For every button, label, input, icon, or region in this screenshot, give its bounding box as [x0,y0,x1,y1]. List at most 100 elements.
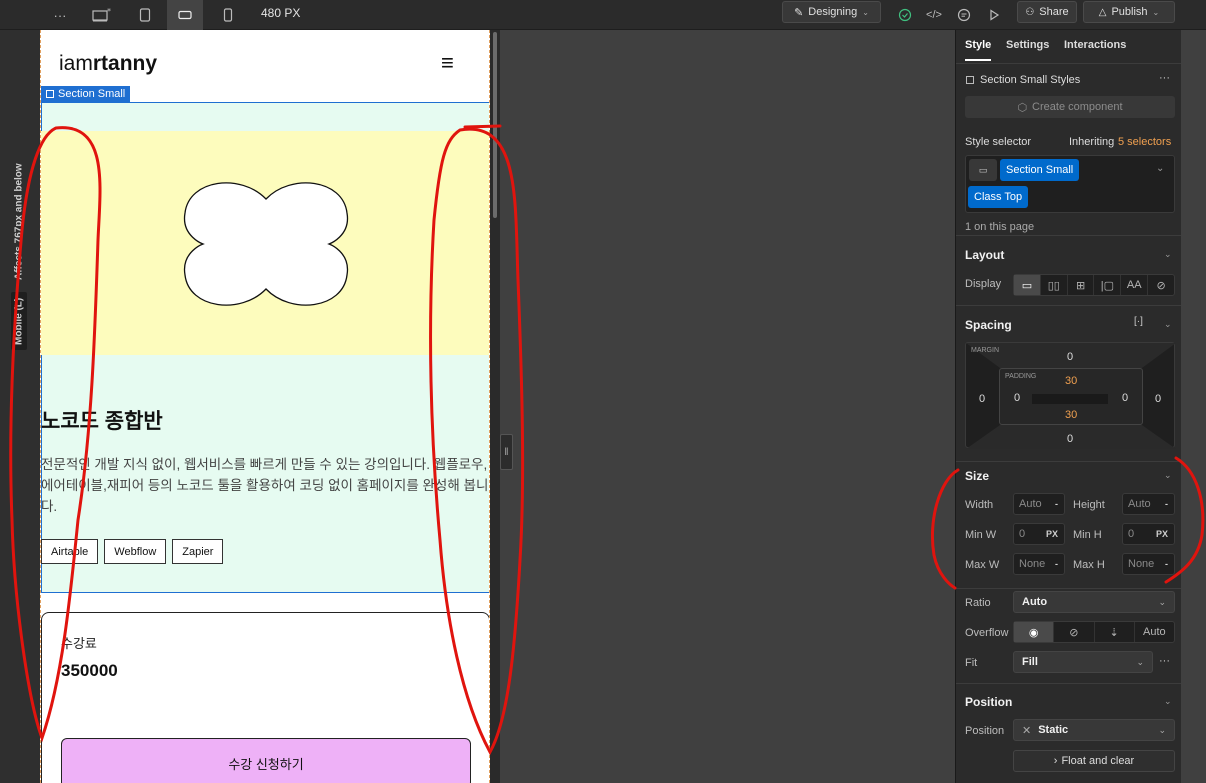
float-and-clear-button[interactable]: › Float and clear [1013,750,1175,772]
spacing-preset-icon[interactable]: [·] [1134,316,1143,327]
more-options-icon[interactable]: ··· [42,0,78,30]
max-height-unit[interactable]: - [1165,559,1168,569]
chevron-down-icon: ⌄ [1158,596,1166,607]
hamburger-menu-icon[interactable]: ≡ [441,50,454,76]
min-height-unit[interactable]: PX [1156,529,1168,539]
position-select[interactable]: ✕ Static ⌄ [1013,719,1175,741]
chevron-down-icon[interactable]: ⌄ [1164,696,1172,707]
comment-icon[interactable] [948,0,980,30]
height-unit[interactable]: - [1165,499,1168,509]
size-section: Size ⌄ Width Auto - Height Auto - Min W 0 P… [956,461,1182,683]
mobile-breakpoint-tab[interactable]: Mobile (L) [11,292,27,350]
mode-dropdown[interactable]: ✎ Designing ⌄ [782,1,881,23]
display-label: Display [965,278,1002,290]
layout-section: Layout ⌄ Display ▭ ▯▯ ⊞ |▢ AA ⊘ [956,235,1182,301]
min-height-value: 0 [1128,528,1135,540]
selection-badge[interactable]: Section Small [41,86,131,102]
max-width-unit[interactable]: - [1055,559,1058,569]
chevron-down-icon: ⌄ [1152,7,1160,17]
publish-label: Publish [1111,6,1148,18]
tab-interactions[interactable]: Interactions [1064,39,1126,51]
fit-select[interactable]: Fill ⌄ [1013,651,1153,673]
margin-top-value[interactable]: 0 [1067,351,1073,363]
display-flex-icon[interactable]: ▯▯ [1039,275,1067,295]
max-height-input[interactable]: None - [1122,553,1175,575]
design-canvas[interactable]: iamrtanny ≡ 노코드 종합반 전문적인 개발 지식 없이, 웹서비스를… [40,30,490,783]
overflow-scroll-icon[interactable]: ⇣ [1093,622,1134,642]
inheriting-prefix: Inheriting [1069,136,1115,148]
min-height-input[interactable]: 0 PX [1122,523,1175,545]
mode-label: Designing [808,6,858,18]
site-logo[interactable]: iamrtanny [59,52,157,76]
inheriting-count[interactable]: 5 selectors [1118,136,1171,148]
padding-right-value[interactable]: 0 [1122,392,1128,404]
share-button[interactable]: ⚇ Share [1017,1,1077,23]
chevron-down-icon[interactable]: ⌄ [1164,470,1172,481]
spacing-title[interactable]: Spacing [965,318,1012,332]
tag-webflow[interactable]: Webflow [104,539,167,564]
ratio-label: Ratio [965,597,991,609]
on-page-count: 1 on this page [965,221,1035,233]
margin-left-value[interactable]: 0 [979,393,985,405]
scrollbar-thumb[interactable] [493,32,497,218]
tablet-breakpoint-icon[interactable] [127,0,163,30]
overflow-auto-option[interactable]: Auto [1133,622,1174,642]
fee-card[interactable]: 수강료 350000 수강 신청하기 [41,612,489,783]
layout-title[interactable]: Layout [965,248,1004,262]
selector-field[interactable]: ▭ Section Small Class Top ⌄ [965,155,1175,213]
width-unit[interactable]: - [1055,499,1058,509]
chevron-down-icon[interactable]: ⌄ [1164,319,1172,330]
margin-bottom-value[interactable]: 0 [1067,433,1073,445]
code-icon[interactable]: </> [918,0,950,30]
max-width-value: None [1019,558,1046,570]
margin-right-value[interactable]: 0 [1155,393,1161,405]
float-and-clear-label: Float and clear [1061,755,1135,767]
overflow-visible-icon[interactable]: ◉ [1014,622,1054,642]
display-none-icon[interactable]: ⊘ [1147,275,1174,295]
affects-breakpoint-note: Affects 767px and below [13,163,25,281]
ratio-select[interactable]: Auto ⌄ [1013,591,1175,613]
section-small[interactable]: 노코드 종합반 전문적인 개발 지식 없이, 웹서비스를 빠르게 만들 수 있는… [41,102,489,593]
hero-image-area [41,131,489,355]
mobile-portrait-breakpoint-icon[interactable] [210,0,246,30]
tab-settings[interactable]: Settings [1006,39,1049,51]
canvas-resize-handle[interactable]: ‖ [500,434,513,470]
overflow-hidden-icon[interactable]: ⊘ [1053,622,1093,642]
min-width-unit[interactable]: PX [1046,529,1058,539]
display-grid-icon[interactable]: ⊞ [1066,275,1094,295]
desktop-base-breakpoint-icon[interactable]: * [84,0,120,30]
publish-button[interactable]: △ Publish ⌄ [1083,1,1175,23]
selector-tag-class-top[interactable]: Class Top [968,186,1029,208]
selector-tag-section-small[interactable]: Section Small [1000,159,1080,181]
flower-shape-image [183,182,349,306]
display-inline-block-icon[interactable]: |▢ [1093,275,1120,295]
brush-icon: ✎ [794,6,804,19]
check-circle-icon[interactable] [888,0,922,30]
padding-left-value[interactable]: 0 [1014,392,1020,404]
tag-airtable[interactable]: Airtable [41,539,99,564]
width-input[interactable]: Auto - [1013,493,1065,515]
position-title[interactable]: Position [965,695,1012,709]
height-input[interactable]: Auto - [1122,493,1175,515]
padding-top-value[interactable]: 30 [1065,375,1077,387]
ratio-value: Auto [1022,596,1048,608]
max-width-input[interactable]: None - [1013,553,1065,575]
style-panel: Style Settings Interactions Section Smal… [955,30,1182,783]
display-inline-icon[interactable]: AA [1120,275,1147,295]
padding-bottom-value[interactable]: 30 [1065,409,1077,421]
position-section: Position ⌄ Position ✕ Static ⌄ › Float a… [956,683,1182,783]
tag-zapier[interactable]: Zapier [172,539,224,564]
mobile-landscape-breakpoint-icon[interactable] [167,0,203,30]
tab-style[interactable]: Style [965,39,992,61]
enroll-button[interactable]: 수강 신청하기 [61,738,471,783]
more-options-icon[interactable]: ··· [1159,72,1170,84]
panel-gutter [1181,30,1206,783]
chevron-down-icon[interactable]: ⌄ [1156,163,1164,174]
size-title[interactable]: Size [965,469,989,483]
create-component-button[interactable]: ⬡ Create component [965,96,1175,118]
preview-play-icon[interactable] [978,0,1010,30]
display-block-icon[interactable]: ▭ [1014,275,1040,295]
fit-more-icon[interactable]: ··· [1159,655,1170,667]
min-width-input[interactable]: 0 PX [1013,523,1065,545]
chevron-down-icon[interactable]: ⌄ [1164,249,1172,260]
